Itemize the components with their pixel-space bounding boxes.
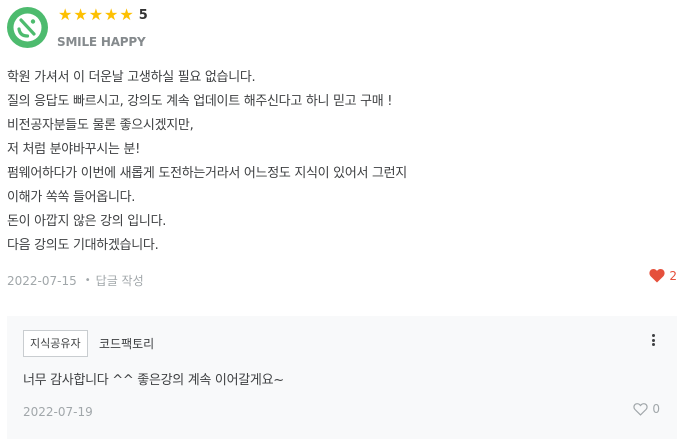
instructor-badge: 지식공유자 [23, 330, 88, 357]
separator-dot: • [84, 275, 91, 286]
more-vertical-icon[interactable] [649, 332, 657, 348]
review-like-button[interactable]: 2 [649, 268, 677, 283]
review-text-line: 저 처럼 분야바꾸시는 분! [7, 142, 141, 157]
reply-comment: 지식공유자 코드팩토리 너무 감사합니다 ^^ 좋은강의 계속 이어갈게요~ 2… [7, 316, 677, 439]
write-reply-button[interactable]: 답글 작성 [96, 272, 144, 289]
menu-dot [651, 338, 655, 342]
review-like-count: 2 [669, 268, 677, 283]
menu-dot [651, 334, 655, 337]
reply-like-button[interactable]: 0 [633, 402, 660, 416]
review-body: 학원 가셔서 이 더운날 고생하실 필요 없습니다. 질의 응답도 빠르시고, 강… [7, 66, 667, 258]
review-text-line: 학원 가셔서 이 더운날 고생하실 필요 없습니다. [7, 70, 256, 85]
user-avatar[interactable] [7, 7, 48, 48]
reply-date: 2022-07-19 [23, 405, 93, 419]
heart-filled-icon [649, 268, 665, 283]
heart-outline-icon [633, 403, 649, 416]
reply-author[interactable]: 코드팩토리 [99, 335, 154, 352]
star-rating: ★ ★ ★ ★ ★ [58, 7, 134, 23]
review-meta: 2022-07-15 • 답글 작성 [7, 272, 144, 289]
review-author[interactable]: SMILE HAPPY [57, 35, 146, 49]
reply-like-count: 0 [652, 402, 660, 416]
star-icon: ★ [73, 5, 88, 24]
review-text-line: 돈이 아깝지 않은 강의 입니다. [7, 214, 167, 229]
star-icon: ★ [58, 5, 73, 24]
smile-happy-avatar-icon [7, 7, 48, 48]
rating: ★ ★ ★ ★ ★ 5 [58, 7, 148, 23]
review-text-line: 펌웨어하다가 이번에 새롭게 도전하는거라서 어느정도 지식이 있어서 그런지 [7, 166, 407, 181]
review-date: 2022-07-15 [7, 273, 77, 288]
review-text-line: 다음 강의도 기대하겠습니다. [7, 238, 159, 253]
review-text-line: 이해가 쏙쏙 들어옵니다. [7, 190, 136, 205]
review-text-line: 비전공자분들도 물론 좋으시겠지만, [7, 118, 194, 133]
star-icon: ★ [119, 5, 134, 24]
reply-text: 너무 감사합니다 ^^ 좋은강의 계속 이어갈게요~ [23, 373, 284, 388]
star-icon: ★ [88, 5, 104, 24]
menu-dot [651, 343, 655, 346]
review-text-line: 질의 응답도 빠르시고, 강의도 계속 업데이트 해주신다고 하니 믿고 구매 … [7, 94, 393, 109]
rating-value: 5 [138, 7, 148, 23]
star-icon: ★ [104, 5, 119, 24]
